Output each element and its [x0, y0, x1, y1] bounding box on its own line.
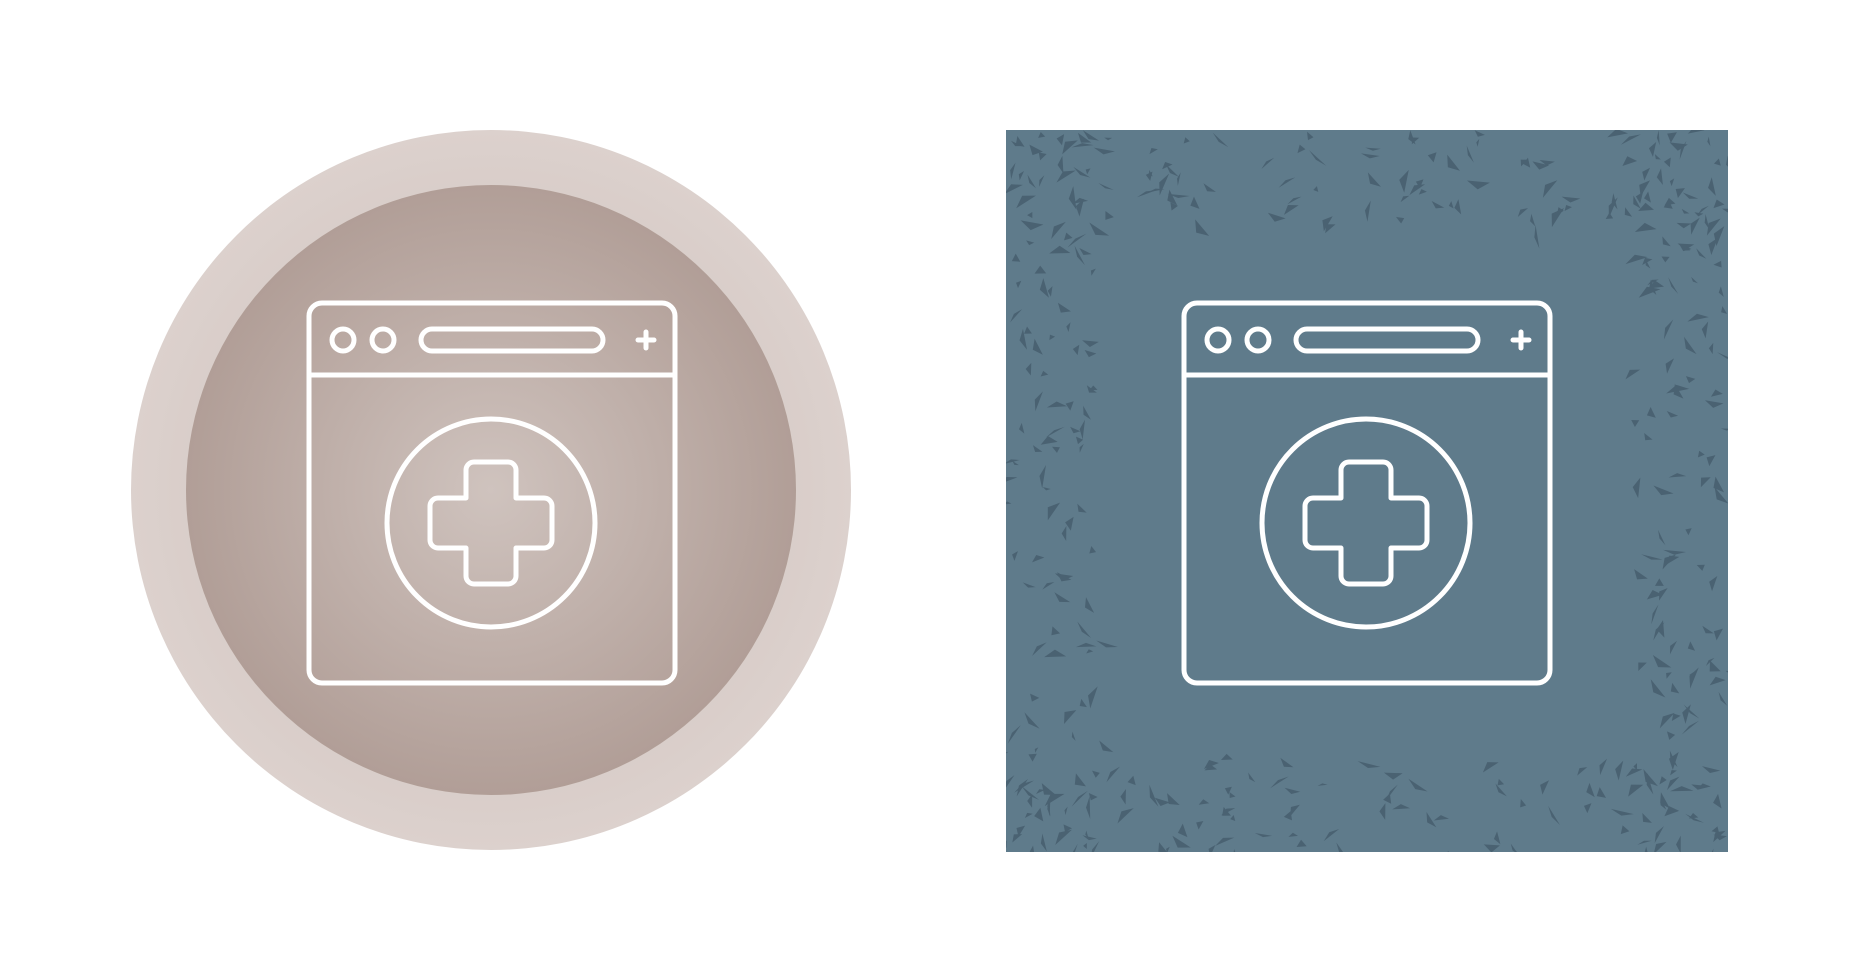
medical-website-icon	[1006, 130, 1728, 852]
circle-badge-icon	[131, 130, 851, 850]
medical-website-icon	[131, 130, 851, 850]
icon-set	[0, 0, 1854, 980]
grunge-square-icon	[1006, 130, 1728, 852]
square-background	[1006, 130, 1728, 852]
inner-disc	[186, 185, 796, 795]
